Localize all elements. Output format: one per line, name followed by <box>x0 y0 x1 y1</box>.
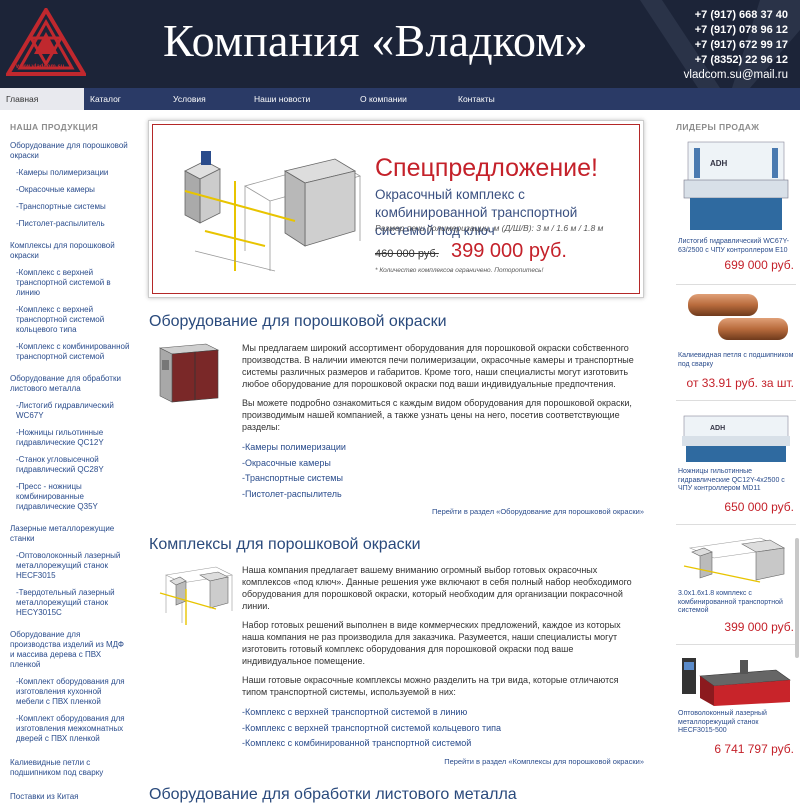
bestsellers-panel: ЛИДЕРЫ ПРОДАЖ ADH Листогиб гидравлически… <box>676 122 796 756</box>
sidebar-item-china[interactable]: Поставки из Китая <box>10 792 130 802</box>
logo-url: www.vladcom.su <box>16 64 65 70</box>
sidebar-subitem[interactable]: -Камеры полимеризации <box>10 168 130 178</box>
sidebar-item-hinges[interactable]: Калиевидные петли с подшипником под свар… <box>10 758 130 778</box>
section-title-powder-equipment[interactable]: Оборудование для порошковой окраски <box>149 313 447 331</box>
sidebar-subitem[interactable]: -Оптоволоконный лазерный металлорежущий … <box>10 551 130 581</box>
site-header: www.vladcom.su Компания «Владком» +7 (91… <box>0 0 800 88</box>
sidebar-subitem[interactable]: -Комплекс с комбинированной транспортной… <box>10 342 130 362</box>
product-name[interactable]: Оптоволоконный лазерный металлорежущий с… <box>678 710 796 736</box>
product-separator <box>676 524 796 525</box>
sidebar-item-mdf[interactable]: Оборудование для производства изделий из… <box>10 630 130 670</box>
nav-about[interactable]: О компании <box>360 88 458 110</box>
product-price: 650 000 руб. <box>724 500 794 514</box>
banner-frame: Спецпредложение! Окрасочный комплекс с к… <box>152 124 640 294</box>
sidebar-subitem[interactable]: -Комплекс с верхней транспортной системо… <box>10 268 130 298</box>
promo-new-price: 399 000 руб. <box>451 240 567 262</box>
svg-text:ADH: ADH <box>710 159 728 168</box>
oven-image <box>158 343 220 403</box>
section-text-powder-complexes: Наша компания предлагает вашему вниманию… <box>242 564 642 752</box>
more-link-powder-equipment[interactable]: Перейти в раздел «Оборудование для порош… <box>432 507 644 516</box>
section-title-powder-complexes[interactable]: Комплексы для порошковой окраски <box>149 536 421 554</box>
guillotine-image: ADH <box>682 415 790 462</box>
press-brake-image: ADH <box>683 141 789 230</box>
section-link[interactable]: -Камеры полимеризации <box>242 440 642 456</box>
sidebar-subitem[interactable]: -Комплекс с верхней транспортной системо… <box>10 305 130 335</box>
more-link-powder-complexes[interactable]: Перейти в раздел «Комплексы для порошков… <box>444 757 644 766</box>
paint-complex-image <box>683 537 786 583</box>
product-separator <box>676 400 796 401</box>
company-logo-icon[interactable] <box>6 8 86 86</box>
paint-complex-illustration <box>184 151 362 272</box>
section-text-powder-equipment: Мы предлагаем широкий ассортимент оборуд… <box>242 342 642 502</box>
paragraph: Мы предлагаем широкий ассортимент оборуд… <box>242 343 634 389</box>
product-sidebar: НАША ПРОДУКЦИЯ Оборудование для порошков… <box>10 122 130 809</box>
nav-contacts[interactable]: Контакты <box>458 88 558 110</box>
paragraph: Вы можете подробно ознакомиться с каждым… <box>242 398 632 432</box>
section-link[interactable]: -Пистолет-распылитель <box>242 487 642 503</box>
nav-terms[interactable]: Условия <box>168 88 254 110</box>
product-price: 399 000 руб. <box>724 620 794 634</box>
section-title-sheet-metal[interactable]: Оборудование для обработки листового мет… <box>149 786 517 804</box>
sidebar-subitem[interactable]: -Комплект оборудования для изготовления … <box>10 714 130 744</box>
paragraph: Наши готовые окрасочные комплексы можно … <box>242 675 619 697</box>
site-title: Компания «Владком» <box>163 15 588 66</box>
special-offer-banner[interactable]: Спецпредложение! Окрасочный комплекс с к… <box>148 120 644 298</box>
section-link[interactable]: -Окрасочные камеры <box>242 456 642 472</box>
sidebar-subitem[interactable]: -Пресс - ножницы комбинированные гидравл… <box>10 482 130 512</box>
section-link[interactable]: -Комплекс с верхней транспортной системо… <box>242 705 642 721</box>
promo-note: * Количество комплексов ограничено. Пото… <box>375 267 544 274</box>
nav-home[interactable]: Главная <box>0 88 84 110</box>
product-price: 699 000 руб. <box>724 258 794 272</box>
svg-text:ADH: ADH <box>710 425 725 432</box>
product-separator <box>676 644 796 645</box>
section-link[interactable]: -Транспортные системы <box>242 471 642 487</box>
product-name[interactable]: Калиевидная петля с подшипником под свар… <box>678 352 796 369</box>
sidebar-subitem[interactable]: -Пистолет-распылитель <box>10 219 130 229</box>
paragraph: Набор готовых решений выполнен в виде ко… <box>242 620 621 666</box>
sidebar-subitem[interactable]: -Окрасочные камеры <box>10 185 130 195</box>
phone-4[interactable]: +7 (8352) 22 96 12 <box>684 53 788 68</box>
sidebar-item-laser[interactable]: Лазерные металлорежущие станки <box>10 524 130 544</box>
product-separator <box>676 284 796 285</box>
sidebar-item-sheet-metal[interactable]: Оборудование для обработки листового мет… <box>10 374 130 394</box>
laser-cutter-image <box>682 658 791 706</box>
sidebar-subitem[interactable]: -Транспортные системы <box>10 202 130 212</box>
sidebar-subitem[interactable]: -Твердотельный лазерный металлорежущий с… <box>10 588 130 618</box>
sidebar-item-powder-equipment[interactable]: Оборудование для порошковой окраски <box>10 141 130 161</box>
scrollbar[interactable] <box>795 538 799 658</box>
product-name[interactable]: 3.0x1.6x1.8 комплекс с комбинированной т… <box>678 590 796 616</box>
sidebar-subitem[interactable]: -Ножницы гильотинные гидравлические QC12… <box>10 428 130 448</box>
product-name[interactable]: Листогиб гидравлический WC67Y-63/2500 с … <box>678 238 796 255</box>
sidebar-subitem[interactable]: -Станок угловысечной гидравлический QC28… <box>10 455 130 475</box>
section-link[interactable]: -Комплекс с комбинированной транспортной… <box>242 736 642 752</box>
product-price: от 33.91 руб. за шт. <box>686 376 794 390</box>
bestsellers-heading: ЛИДЕРЫ ПРОДАЖ <box>676 122 760 132</box>
complex-image <box>159 566 233 625</box>
promo-old-price: 460 000 руб. <box>375 248 439 260</box>
paragraph: Наша компания предлагает вашему вниманию… <box>242 565 632 611</box>
sidebar-subitem[interactable]: -Комплект оборудования для изготовления … <box>10 677 130 707</box>
contacts-block: +7 (917) 668 37 40 +7 (917) 078 96 12 +7… <box>684 8 788 83</box>
phone-1[interactable]: +7 (917) 668 37 40 <box>684 8 788 23</box>
phone-3[interactable]: +7 (917) 672 99 17 <box>684 38 788 53</box>
sidebar-heading: НАША ПРОДУКЦИЯ <box>10 122 99 132</box>
nav-catalog[interactable]: Каталог <box>84 88 168 110</box>
product-name[interactable]: Ножницы гильотинные гидравлические QC12Y… <box>678 468 796 494</box>
promo-size: Размер печи полимеризации, м (Д/Ш/В): 3 … <box>375 223 604 233</box>
product-price: 6 741 797 руб. <box>714 742 794 756</box>
section-link[interactable]: -Комплекс с верхней транспортной системо… <box>242 721 642 737</box>
nav-news[interactable]: Наши новости <box>254 88 360 110</box>
email-link[interactable]: vladcom.su@mail.ru <box>684 68 788 83</box>
sidebar-item-powder-complexes[interactable]: Комплексы для порошковой окраски <box>10 241 130 261</box>
promo-title: Спецпредложение! <box>375 154 598 182</box>
hinge-image <box>688 294 788 340</box>
main-nav: Главная Каталог Условия Наши новости О к… <box>0 88 800 110</box>
sidebar-subitem[interactable]: -Листогиб гидравлический WC67Y <box>10 401 130 421</box>
phone-2[interactable]: +7 (917) 078 96 12 <box>684 23 788 38</box>
